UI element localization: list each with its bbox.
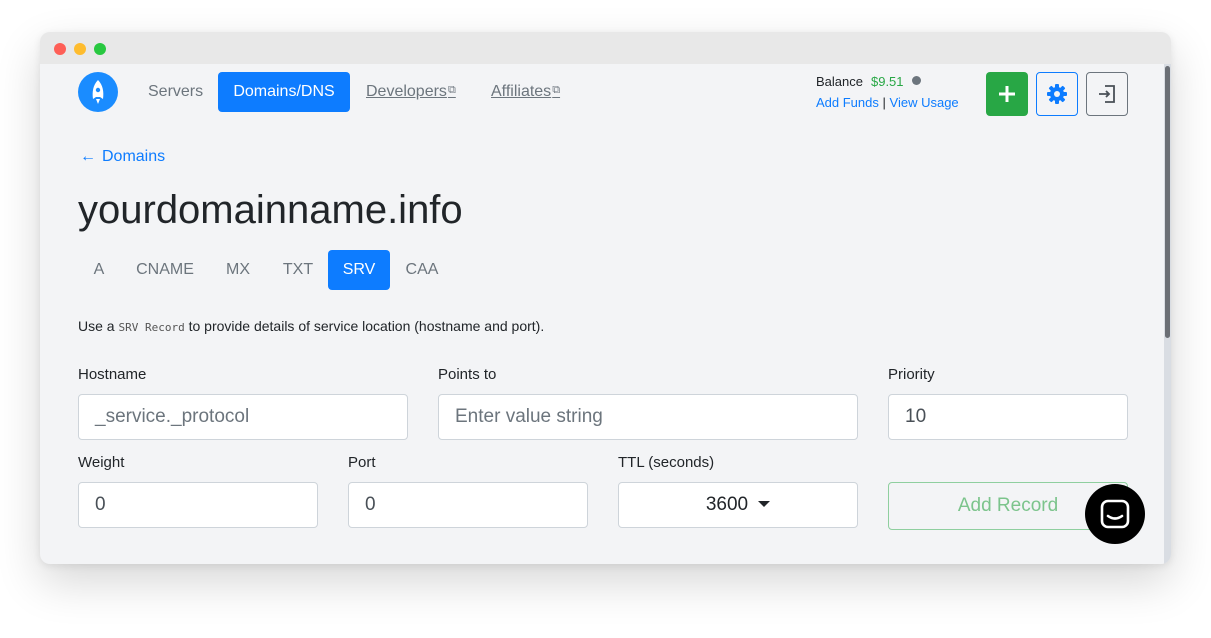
arrow-left-icon: ← — [80, 148, 96, 165]
points-to-label: Points to — [438, 366, 497, 383]
port-label: Port — [348, 454, 376, 471]
back-to-domains-link[interactable]: ← Domains — [80, 148, 165, 166]
balance-label: Balance — [816, 74, 863, 89]
description-suffix: to provide details of service location (… — [188, 318, 545, 334]
description-prefix: Use a — [78, 318, 115, 334]
nav-developers-label: Developers — [366, 83, 447, 100]
weight-label: Weight — [78, 454, 125, 471]
tab-mx[interactable]: MX — [216, 250, 260, 290]
nav-servers[interactable]: Servers — [148, 72, 203, 112]
back-link-label: Domains — [102, 148, 166, 165]
link-separator: | — [882, 95, 886, 110]
caret-down-icon — [758, 501, 771, 507]
browser-window: Servers Domains/DNS Developers⧉ Affiliat… — [40, 32, 1171, 564]
gear-icon — [1047, 84, 1067, 104]
nav-affiliates-label: Affiliates — [491, 83, 552, 100]
page-title: yourdomainname.info — [78, 188, 463, 232]
nav-domains-dns[interactable]: Domains/DNS — [218, 72, 350, 112]
settings-button[interactable] — [1036, 72, 1078, 116]
hostname-input[interactable]: _service._protocol — [78, 394, 408, 440]
tab-srv[interactable]: SRV — [328, 250, 390, 290]
maximize-window-icon[interactable] — [94, 43, 106, 55]
points-to-input[interactable]: Enter value string — [438, 394, 858, 440]
add-funds-link[interactable]: Add Funds — [816, 95, 879, 110]
add-button[interactable] — [986, 72, 1028, 116]
tab-a[interactable]: A — [78, 250, 120, 290]
ttl-value: 3600 — [705, 494, 749, 515]
logo[interactable] — [78, 72, 118, 112]
ttl-label: TTL (seconds) — [618, 454, 715, 471]
close-window-icon[interactable] — [54, 43, 66, 55]
plus-icon — [999, 86, 1015, 102]
info-icon[interactable] — [911, 76, 921, 85]
window-titlebar — [40, 32, 1171, 64]
balance-amount: $9.51 — [870, 74, 904, 89]
account-links: Add Funds | View Usage — [816, 95, 959, 110]
record-description: Use a SRV Record to provide details of s… — [78, 318, 544, 334]
balance-display: Balance $9.51 — [816, 74, 921, 89]
tab-txt[interactable]: TXT — [274, 250, 322, 290]
weight-input[interactable]: 0 — [78, 482, 318, 528]
minimize-window-icon[interactable] — [74, 43, 86, 55]
external-link-icon: ⧉ — [552, 84, 561, 96]
tab-cname[interactable]: CNAME — [128, 250, 202, 290]
scrollbar-thumb[interactable] — [1165, 66, 1170, 338]
ttl-select[interactable]: 3600 — [618, 482, 858, 528]
nav-developers[interactable]: Developers⧉ — [366, 72, 456, 112]
view-usage-link[interactable]: View Usage — [890, 95, 959, 110]
logout-button[interactable] — [1086, 72, 1128, 116]
tab-caa[interactable]: CAA — [396, 250, 448, 290]
chat-icon — [1100, 499, 1130, 529]
rocket-icon — [92, 80, 104, 104]
hostname-label: Hostname — [78, 366, 147, 383]
priority-input[interactable]: 10 — [888, 394, 1128, 440]
port-input[interactable]: 0 — [348, 482, 588, 528]
chat-launcher[interactable] — [1085, 484, 1145, 544]
description-code: SRV Record — [118, 321, 185, 334]
external-link-icon: ⧉ — [447, 84, 456, 96]
logout-icon — [1099, 85, 1115, 103]
priority-label: Priority — [888, 366, 935, 383]
nav-affiliates[interactable]: Affiliates⧉ — [491, 72, 560, 112]
